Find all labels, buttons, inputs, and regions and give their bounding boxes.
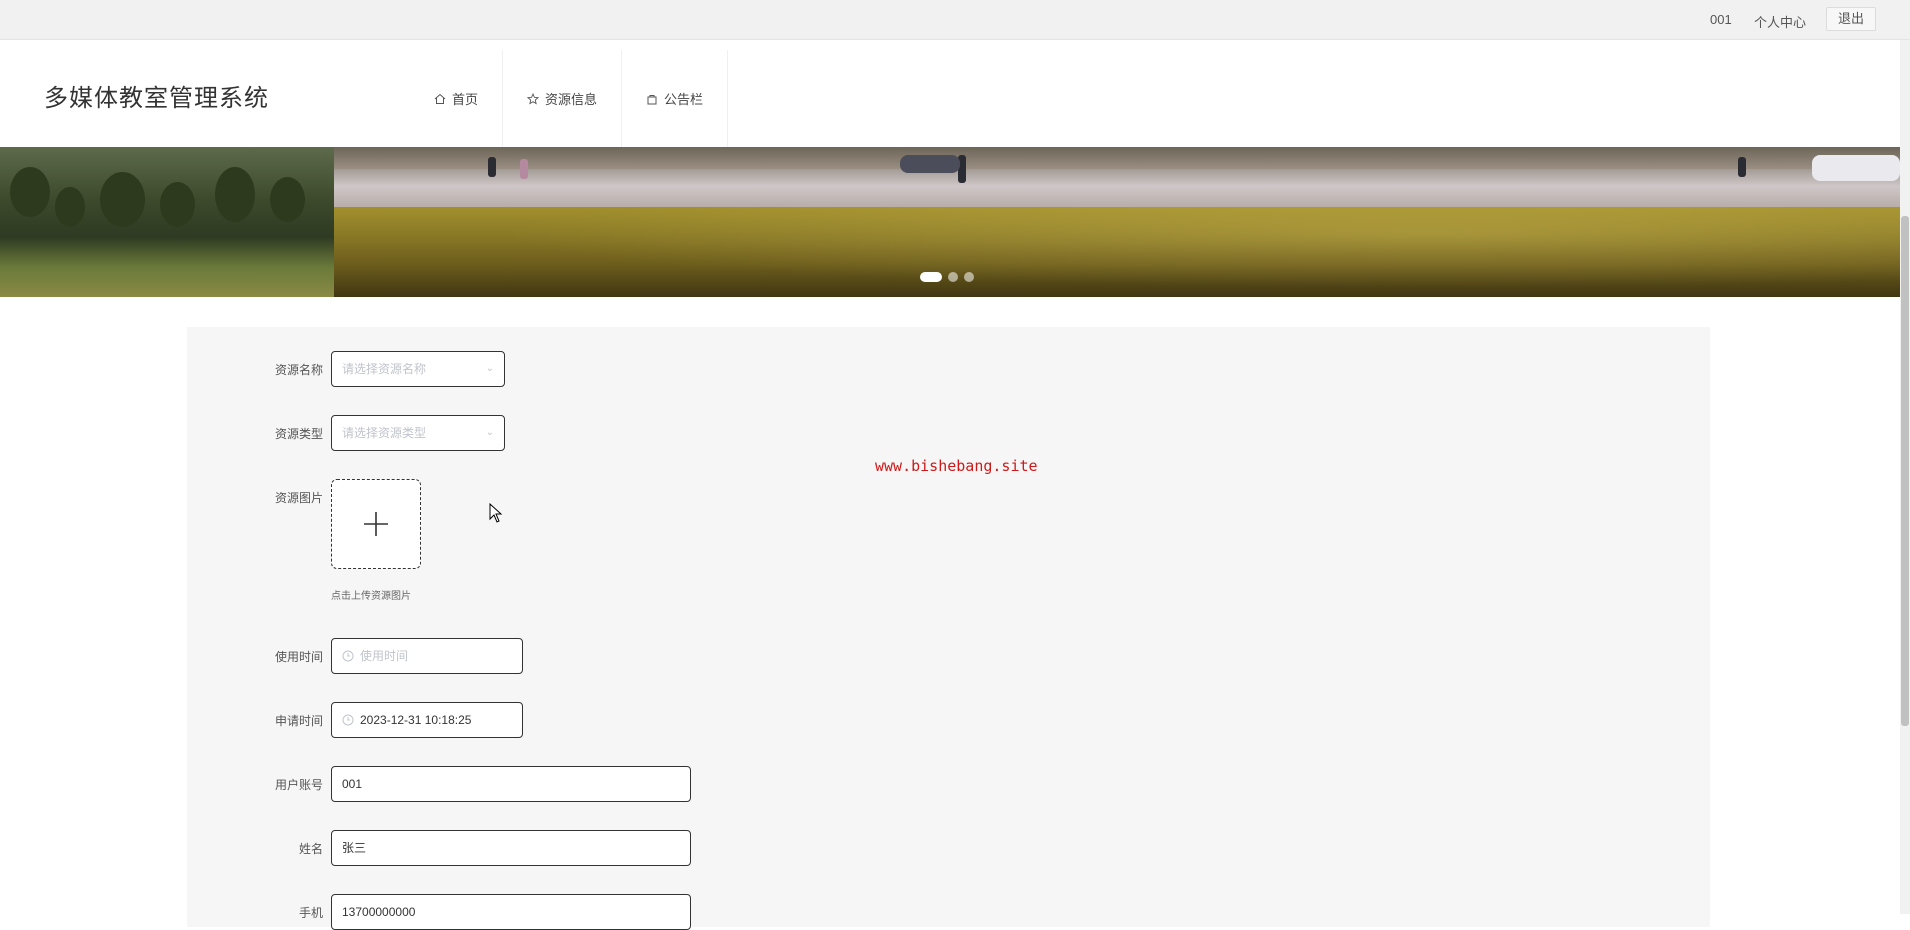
- nav-item-home-label: 首页: [452, 92, 479, 107]
- main-nav: 首页 资源信息 公告栏: [410, 50, 729, 147]
- mouse-cursor-icon: [489, 503, 503, 523]
- name-input[interactable]: 张三: [331, 830, 691, 866]
- scrollbar-thumb[interactable]: [1901, 216, 1909, 726]
- personal-center-link[interactable]: 个人中心: [1754, 12, 1806, 31]
- banner-light: [334, 207, 1900, 297]
- form-row-resource-image: 资源图片 点击上传资源图片: [187, 479, 1710, 609]
- watermark-text: www.bishebang.site: [875, 457, 1038, 475]
- site-header: 多媒体教室管理系统 首页 资源信息 公告栏: [0, 40, 1910, 147]
- carousel-dot[interactable]: [920, 272, 942, 282]
- chevron-down-icon: ⌄: [485, 363, 494, 374]
- nav-item-resources-label: 资源信息: [545, 92, 598, 107]
- nav-item-resources[interactable]: 资源信息: [503, 50, 623, 147]
- logout-button[interactable]: 退出: [1826, 7, 1876, 31]
- resource-name-label: 资源名称: [274, 363, 323, 377]
- banner-person: [1738, 157, 1746, 177]
- user-account-input[interactable]: 001: [331, 766, 691, 802]
- star-icon: [527, 92, 540, 105]
- banner-car: [1812, 155, 1900, 181]
- chevron-down-icon: ⌄: [485, 427, 494, 438]
- username-label: 001: [1710, 12, 1732, 27]
- resource-type-select[interactable]: 请选择资源类型 ⌄: [331, 415, 505, 451]
- apply-time-picker[interactable]: 2023-12-31 10:18:25: [331, 702, 523, 738]
- carousel-indicators: [920, 272, 974, 282]
- phone-input[interactable]: 13700000000: [331, 894, 691, 930]
- use-time-label: 使用时间: [274, 650, 323, 664]
- top-bar: 001 个人中心 退出: [0, 0, 1910, 40]
- banner-person: [488, 157, 496, 177]
- apply-time-value: 2023-12-31 10:18:25: [360, 713, 472, 727]
- apply-time-label: 申请时间: [274, 714, 323, 728]
- use-time-placeholder: 使用时间: [360, 649, 409, 663]
- resource-type-placeholder: 请选择资源类型: [342, 426, 427, 440]
- carousel-dot[interactable]: [964, 272, 974, 282]
- user-account-label: 用户账号: [274, 778, 323, 792]
- plus-icon: [364, 512, 388, 536]
- banner-car: [900, 155, 960, 173]
- site-title: 多媒体教室管理系统: [44, 85, 269, 112]
- name-label: 姓名: [298, 842, 323, 856]
- home-icon: [434, 93, 446, 104]
- banner-person: [520, 159, 528, 179]
- resource-name-placeholder: 请选择资源名称: [342, 362, 427, 376]
- banner-building: [334, 147, 1900, 169]
- banner-side-image: [0, 147, 334, 297]
- resource-image-label: 资源图片: [274, 491, 323, 505]
- clock-icon: [342, 650, 354, 662]
- image-upload-button[interactable]: [331, 479, 421, 569]
- resource-type-label: 资源类型: [274, 427, 323, 441]
- page-scrollbar[interactable]: [1900, 40, 1910, 914]
- clock-icon: [342, 714, 354, 726]
- nav-item-home[interactable]: 首页: [410, 50, 504, 147]
- phone-label: 手机: [298, 906, 323, 920]
- use-time-picker[interactable]: 使用时间: [331, 638, 523, 674]
- bag-icon: [647, 94, 657, 104]
- nav-item-notices-label: 公告栏: [664, 92, 704, 107]
- apply-form: 资源名称 请选择资源名称 ⌄ 资源类型 请选择资源类型 ⌄ 资源图片 点击上传资…: [187, 327, 1710, 930]
- carousel-dot[interactable]: [948, 272, 958, 282]
- resource-name-select[interactable]: 请选择资源名称 ⌄: [331, 351, 505, 387]
- banner-road: [334, 169, 1900, 207]
- nav-item-notices[interactable]: 公告栏: [622, 50, 729, 147]
- upload-tip: 点击上传资源图片: [331, 591, 411, 602]
